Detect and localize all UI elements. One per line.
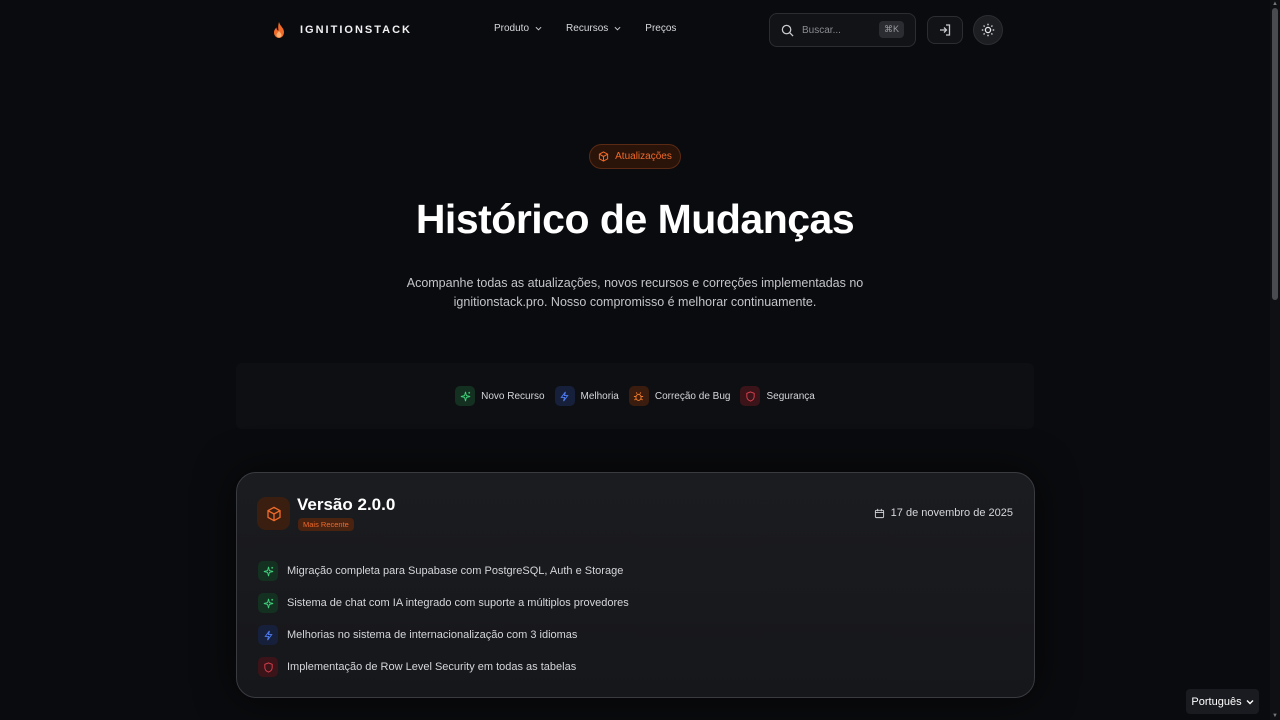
sun-icon [981,23,995,37]
search-icon [781,24,794,37]
latest-badge: Mais Recente [298,518,354,531]
change-text: Migração completa para Supabase com Post… [287,565,624,577]
sparkles-icon [258,593,278,613]
main-nav: Produto Recursos Preços [494,23,676,34]
chevron-down-icon [1246,699,1254,704]
nav-item-precos[interactable]: Preços [645,23,676,34]
theme-toggle-button[interactable] [973,15,1003,45]
bug-icon [628,386,649,406]
list-item: Sistema de chat com IA integrado com sup… [258,593,629,613]
legend-label: Melhoria [580,390,619,402]
shield-icon [258,657,278,677]
subtitle-line-2: ignitionstack.pro. Nosso compromisso é m… [453,295,817,309]
scroll-thumb[interactable] [1272,8,1278,300]
legend-item-bug-fix: Correção de Bug [628,386,731,406]
brand-name: IGNITIONSTACK [300,24,412,36]
change-type-legend: Novo Recurso Melhoria Correção de Bug Se… [236,363,1034,429]
change-text: Implementação de Row Level Security em t… [287,661,577,673]
list-item: Implementação de Row Level Security em t… [258,657,629,677]
nav-item-recursos[interactable]: Recursos [566,23,621,34]
legend-item-new-feature: Novo Recurso [455,386,545,406]
legend-label: Novo Recurso [481,390,545,402]
updates-badge: Atualizações [589,144,681,169]
release-date-text: 17 de novembro de 2025 [890,507,1013,519]
list-item: Migração completa para Supabase com Post… [258,561,629,581]
calendar-icon [874,508,884,518]
page-title: Histórico de Mudanças [415,196,855,242]
language-select-value: Português [1191,695,1242,708]
login-icon [940,24,951,36]
release-card: Versão 2.0.0 Mais Recente 17 de novembro… [236,472,1035,698]
zap-icon [258,625,278,645]
legend-item-improvement: Melhoria [554,386,619,406]
search-input[interactable] [802,24,882,36]
change-text: Melhorias no sistema de internacionaliza… [287,629,578,641]
zap-icon [554,386,575,406]
nav-item-label: Produto [494,23,530,34]
scroll-down-icon[interactable]: ▼ [1272,713,1278,719]
shield-icon [740,386,761,406]
badge-label: Atualizações [615,151,672,162]
search-box[interactable]: ⌘K [769,13,916,47]
nav-item-label: Preços [645,23,677,34]
package-icon [257,497,290,530]
chevron-down-icon [535,26,542,31]
chevron-down-icon [614,26,621,31]
legend-label: Correção de Bug [654,390,731,402]
release-version: Versão 2.0.0 [297,495,396,514]
nav-item-produto[interactable]: Produto [494,23,542,34]
brand-logo[interactable]: IGNITIONSTACK [272,22,412,38]
nav-item-label: Recursos [566,23,609,34]
flame-icon [274,22,284,38]
change-text: Sistema de chat com IA integrado com sup… [287,597,629,609]
package-icon [599,151,609,162]
subtitle-line-1: Acompanhe todas as atualizações, novos r… [406,276,864,290]
search-shortcut: ⌘K [878,21,904,38]
legend-label: Segurança [766,390,815,402]
page-subtitle: Acompanhe todas as atualizações, novos r… [395,274,875,312]
login-button[interactable] [927,16,963,44]
page-scrollbar[interactable]: ▲ ▼ [1270,0,1280,720]
site-header: IGNITIONSTACK Produto Recursos Preços ⌘K [0,0,1270,60]
sparkles-icon [258,561,278,581]
sparkles-icon [455,386,476,406]
release-date: 17 de novembro de 2025 [874,507,1013,519]
legend-item-security: Segurança [740,386,815,406]
language-select[interactable]: Português [1186,689,1259,714]
change-list: Migração completa para Supabase com Post… [258,561,629,689]
scroll-up-icon[interactable]: ▲ [1272,1,1278,7]
list-item: Melhorias no sistema de internacionaliza… [258,625,629,645]
